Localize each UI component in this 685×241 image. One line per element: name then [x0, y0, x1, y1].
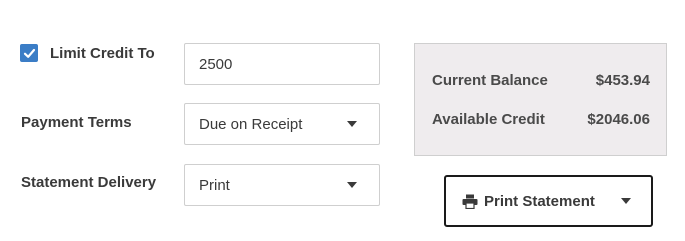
balance-panel: Current Balance $453.94 Available Credit… [414, 43, 667, 156]
statement-delivery-label: Statement Delivery [21, 174, 157, 191]
check-icon [23, 48, 35, 58]
limit-credit-input[interactable]: 2500 [184, 43, 380, 85]
printer-icon [462, 194, 478, 209]
payment-terms-label: Payment Terms [21, 114, 132, 131]
limit-credit-value: 2500 [199, 55, 233, 73]
chevron-down-icon [347, 121, 357, 127]
chevron-down-icon [347, 182, 357, 188]
limit-credit-checkbox[interactable] [20, 44, 38, 62]
available-credit-label: Available Credit [432, 111, 545, 128]
statement-delivery-select[interactable]: Print [184, 164, 380, 206]
payment-terms-value: Due on Receipt [199, 115, 303, 133]
current-balance-label: Current Balance [432, 72, 548, 89]
statement-delivery-value: Print [199, 176, 230, 194]
limit-credit-label: Limit Credit To [50, 45, 155, 62]
current-balance-row: Current Balance $453.94 [432, 72, 650, 89]
current-balance-value: $453.94 [595, 72, 650, 89]
payment-terms-select[interactable]: Due on Receipt [184, 103, 380, 145]
print-statement-button[interactable]: Print Statement [444, 175, 653, 227]
print-statement-label: Print Statement [484, 192, 595, 210]
available-credit-value: $2046.06 [587, 111, 650, 128]
available-credit-row: Available Credit $2046.06 [432, 111, 650, 128]
chevron-down-icon[interactable] [621, 198, 631, 204]
